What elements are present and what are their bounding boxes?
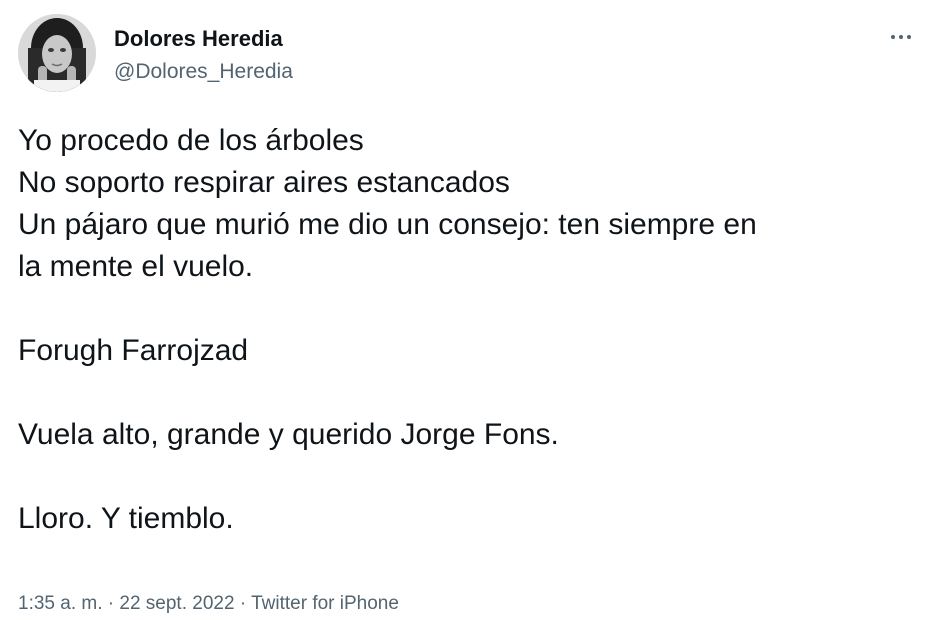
more-options-button[interactable] xyxy=(884,22,918,52)
tweet-text: Yo procedo de los árboles No soporto res… xyxy=(18,120,918,540)
tweet-source[interactable]: Twitter for iPhone xyxy=(251,593,399,614)
tweet-line: la mente el vuelo. xyxy=(18,250,254,283)
tweet-line: Lloro. Y tiemblo. xyxy=(18,502,234,535)
dot xyxy=(907,35,911,39)
tweet-meta: 1:35 a. m. · 22 sept. 2022 · Twitter for… xyxy=(18,592,399,616)
tweet-date[interactable]: 22 sept. 2022 xyxy=(119,593,234,614)
avatar-photo-icon xyxy=(18,14,96,92)
meta-separator: · xyxy=(239,593,252,614)
author-handle[interactable]: @Dolores_Heredia xyxy=(114,59,293,85)
author-display-name[interactable]: Dolores Heredia xyxy=(114,26,293,52)
tweet-header: Dolores Heredia @Dolores_Heredia xyxy=(18,14,918,96)
author-names: Dolores Heredia @Dolores_Heredia xyxy=(114,26,293,85)
tweet-time[interactable]: 1:35 a. m. xyxy=(18,593,103,614)
meta-separator: · xyxy=(107,593,120,614)
dot xyxy=(899,35,903,39)
avatar[interactable] xyxy=(18,14,96,92)
tweet-line: No soporto respirar aires estancados xyxy=(18,166,510,199)
tweet-line: Forugh Farrojzad xyxy=(18,334,249,367)
more-horizontal-icon xyxy=(891,35,911,39)
tweet-card: Dolores Heredia @Dolores_Heredia Yo proc… xyxy=(0,0,930,620)
dot xyxy=(891,35,895,39)
tweet-line: Vuela alto, grande y querido Jorge Fons. xyxy=(18,418,559,451)
tweet-line: Yo procedo de los árboles xyxy=(18,124,364,157)
tweet-line: Un pájaro que murió me dio un consejo: t… xyxy=(18,208,757,241)
